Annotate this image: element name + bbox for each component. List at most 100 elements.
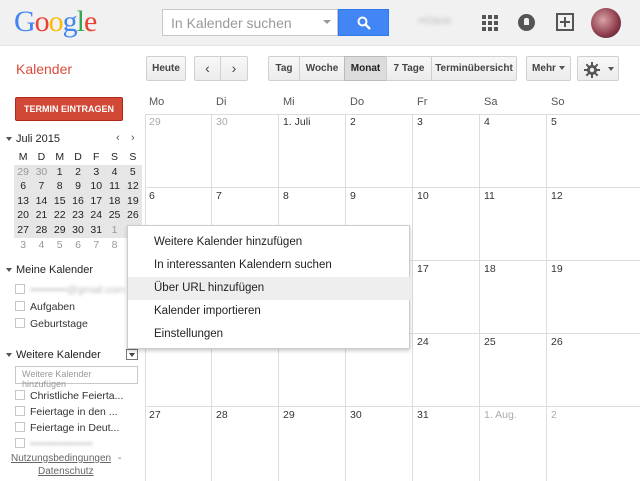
app-title[interactable]: Kalender: [16, 61, 72, 77]
mini-day[interactable]: 16: [69, 194, 87, 209]
mini-day[interactable]: 4: [32, 238, 50, 253]
mini-day[interactable]: 6: [14, 179, 32, 194]
day-number[interactable]: 3: [417, 116, 423, 128]
calendar-item[interactable]: Geburtstage: [15, 317, 88, 331]
privacy-link[interactable]: Datenschutz: [38, 466, 94, 477]
calendar-item[interactable]: Feiertage in den ...: [15, 405, 118, 419]
calendar-checkbox[interactable]: [15, 422, 25, 432]
day-number[interactable]: 4: [484, 116, 490, 128]
day-number[interactable]: 30: [350, 409, 362, 421]
terms-link[interactable]: Nutzungsbedingungen: [11, 453, 111, 464]
day-number[interactable]: 2: [350, 116, 356, 128]
mini-day[interactable]: 7: [87, 238, 105, 253]
day-number[interactable]: 1. Aug.: [484, 409, 517, 421]
mini-day[interactable]: 2: [69, 165, 87, 180]
mini-day[interactable]: 22: [51, 208, 69, 223]
day-number[interactable]: 19: [551, 263, 563, 275]
calendar-item[interactable]: ••••••••••@gmail.com: [15, 283, 125, 297]
other-calendars-menu-button[interactable]: [126, 349, 138, 360]
day-number[interactable]: 8: [283, 190, 289, 202]
day-number[interactable]: 5: [551, 116, 557, 128]
mini-day[interactable]: 20: [14, 208, 32, 223]
day-number[interactable]: 30: [216, 116, 228, 128]
create-event-button[interactable]: TERMIN EINTRAGEN: [15, 97, 123, 121]
mini-day[interactable]: 21: [32, 208, 50, 223]
mini-prev-icon[interactable]: ‹: [116, 132, 120, 144]
menu-item-settings[interactable]: Einstellungen: [128, 323, 411, 346]
mini-day[interactable]: 1: [105, 223, 123, 238]
calendar-checkbox[interactable]: [15, 406, 25, 416]
view-month-button[interactable]: Monat: [344, 56, 387, 81]
day-number[interactable]: 29: [283, 409, 295, 421]
mini-day[interactable]: 25: [105, 208, 123, 223]
calendar-item[interactable]: Christliche Feierta...: [15, 389, 123, 403]
my-calendars-header[interactable]: Meine Kalender: [6, 264, 93, 276]
more-button[interactable]: Mehr: [526, 56, 571, 81]
mini-day[interactable]: 3: [14, 238, 32, 253]
day-number[interactable]: 24: [417, 336, 429, 348]
view-day-button[interactable]: Tag: [268, 56, 300, 81]
mini-day[interactable]: 28: [32, 223, 50, 238]
calendar-item[interactable]: Feiertage in Deut...: [15, 421, 119, 435]
mini-day[interactable]: 30: [32, 165, 50, 180]
day-number[interactable]: 2: [551, 409, 557, 421]
day-number[interactable]: 7: [216, 190, 222, 202]
view-week-button[interactable]: Woche: [299, 56, 345, 81]
mini-day[interactable]: 5: [124, 165, 142, 180]
calendar-item[interactable]: Aufgaben: [15, 300, 75, 314]
mini-day[interactable]: 6: [69, 238, 87, 253]
mini-day[interactable]: 14: [32, 194, 50, 209]
avatar[interactable]: [591, 8, 621, 38]
mini-day[interactable]: 1: [51, 165, 69, 180]
google-logo[interactable]: Google: [14, 5, 97, 39]
menu-item-add-calendars[interactable]: Weitere Kalender hinzufügen: [128, 231, 411, 254]
mini-day[interactable]: 10: [87, 179, 105, 194]
share-plus-icon[interactable]: [556, 13, 574, 31]
day-number[interactable]: 25: [484, 336, 496, 348]
mini-day[interactable]: 31: [87, 223, 105, 238]
mini-day[interactable]: 12: [124, 179, 142, 194]
menu-item-browse-calendars[interactable]: In interessanten Kalendern suchen: [128, 254, 411, 277]
next-button[interactable]: ›: [220, 56, 248, 81]
mini-day[interactable]: 30: [69, 223, 87, 238]
add-calendar-input[interactable]: Weitere Kalender hinzufügen: [15, 366, 138, 389]
other-calendars-header[interactable]: Weitere Kalender: [6, 349, 101, 361]
calendar-checkbox[interactable]: [15, 284, 25, 294]
mini-next-icon[interactable]: ›: [131, 132, 135, 144]
user-name[interactable]: ••Dave: [418, 15, 451, 27]
day-number[interactable]: 26: [551, 336, 563, 348]
mini-day[interactable]: 9: [69, 179, 87, 194]
day-number[interactable]: 6: [149, 190, 155, 202]
day-number[interactable]: 28: [216, 409, 228, 421]
mini-day[interactable]: 13: [14, 194, 32, 209]
calendar-checkbox[interactable]: [15, 438, 25, 448]
calendar-checkbox[interactable]: [15, 318, 25, 328]
mini-day[interactable]: 8: [51, 179, 69, 194]
mini-day[interactable]: 18: [105, 194, 123, 209]
menu-item-add-by-url[interactable]: Über URL hinzufügen: [128, 277, 411, 300]
mini-day[interactable]: 29: [14, 165, 32, 180]
mini-calendar-title[interactable]: Juli 2015: [6, 133, 60, 145]
day-number[interactable]: 27: [149, 409, 161, 421]
notifications-icon[interactable]: [518, 14, 535, 31]
day-number[interactable]: 18: [484, 263, 496, 275]
calendar-checkbox[interactable]: [15, 390, 25, 400]
today-button[interactable]: Heute: [146, 56, 186, 81]
day-number[interactable]: 12: [551, 190, 563, 202]
mini-day[interactable]: 3: [87, 165, 105, 180]
mini-day[interactable]: 8: [105, 238, 123, 253]
calendar-checkbox[interactable]: [15, 301, 25, 311]
mini-day[interactable]: 11: [105, 179, 123, 194]
day-number[interactable]: 29: [149, 116, 161, 128]
mini-day[interactable]: 15: [51, 194, 69, 209]
settings-button[interactable]: [577, 56, 619, 81]
day-number[interactable]: 31: [417, 409, 429, 421]
mini-day[interactable]: 4: [105, 165, 123, 180]
day-number[interactable]: 10: [417, 190, 429, 202]
view-7days-button[interactable]: 7 Tage: [386, 56, 432, 81]
mini-day[interactable]: 17: [87, 194, 105, 209]
mini-day[interactable]: 23: [69, 208, 87, 223]
mini-day[interactable]: 7: [32, 179, 50, 194]
menu-item-import-calendar[interactable]: Kalender importieren: [128, 300, 411, 323]
mini-day[interactable]: 29: [51, 223, 69, 238]
